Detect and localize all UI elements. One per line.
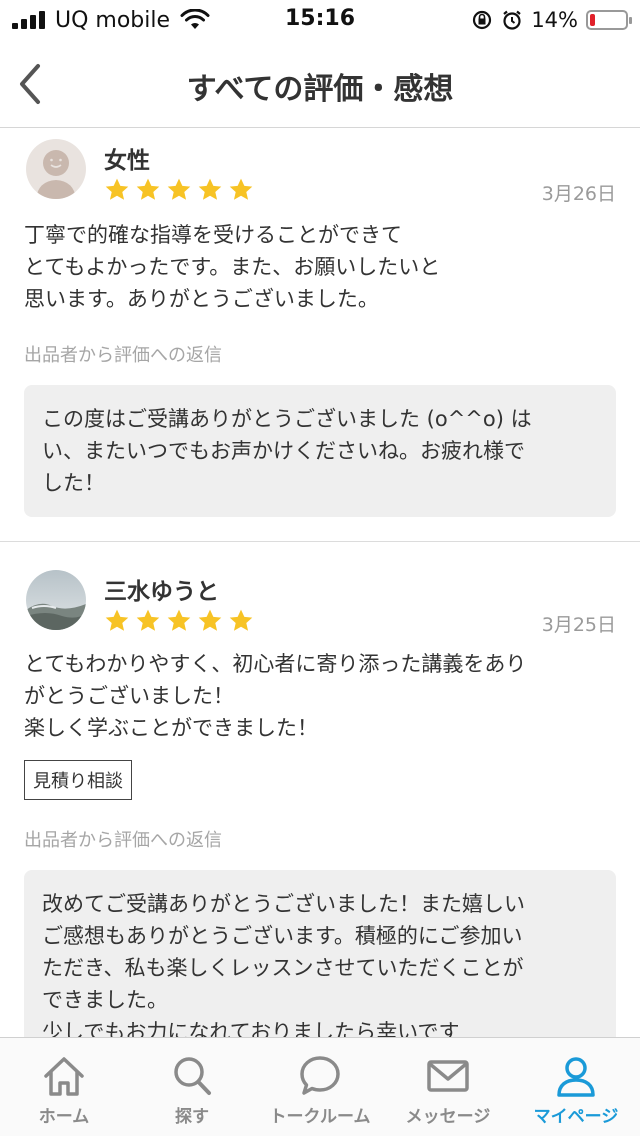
search-icon <box>174 1057 211 1095</box>
star-icon <box>105 609 129 631</box>
mail-icon <box>427 1060 469 1092</box>
reply-label: 出品者から評価への返信 <box>24 345 222 366</box>
navigation-bar: すべての評価・感想 <box>0 40 640 128</box>
review-item: 三水ゆうと 3月25日 とてもわかりやすく、初心者に寄り添った講義をあり がとう… <box>0 541 640 1037</box>
tab-label: ホーム <box>38 1107 90 1127</box>
avatar[interactable] <box>26 570 86 630</box>
star-icon <box>136 609 160 631</box>
home-icon <box>44 1057 84 1096</box>
seller-reply: この度はご受講ありがとうございました (o^^o) は い、またいつでもお声かけ… <box>24 385 616 517</box>
tab-label: トークルーム <box>269 1107 371 1127</box>
review-date: 3月25日 <box>541 614 616 636</box>
star-icon <box>229 609 253 631</box>
page-title: すべての評価・感想 <box>186 72 454 107</box>
battery-icon <box>586 10 632 30</box>
review-text: とてもわかりやすく、初心者に寄り添った講義をあり がとうございました！ 楽しく学… <box>24 652 527 740</box>
alarm-icon <box>503 10 522 30</box>
star-icon <box>105 178 129 200</box>
reviewer-name[interactable]: 女性 <box>104 141 150 175</box>
rotation-lock-icon <box>473 10 492 30</box>
tab-message[interactable]: メッセージ <box>384 1038 512 1136</box>
reply-label: 出品者から評価への返信 <box>24 830 222 851</box>
tab-bar: ホーム 探す トークルーム メッセージ マイページ <box>0 1037 640 1136</box>
tab-talkroom[interactable]: トークルーム <box>256 1038 384 1136</box>
tab-label: 探す <box>175 1107 209 1127</box>
reviewer-name[interactable]: 三水ゆうと <box>104 572 219 606</box>
tab-label: マイページ <box>533 1107 619 1127</box>
star-icon <box>167 178 191 200</box>
landscape-photo-icon <box>26 570 86 630</box>
star-icon <box>198 178 222 200</box>
seller-reply: 改めてご受講ありがとうございました！また嬉しい ご感想もありがとうございます。積… <box>24 870 616 1037</box>
star-icon <box>229 178 253 200</box>
chat-bubble-icon <box>300 1056 340 1095</box>
tab-label: メッセージ <box>405 1107 491 1127</box>
service-tag[interactable]: 見積り相談 <box>24 760 132 800</box>
tab-mypage[interactable]: マイページ <box>512 1038 640 1136</box>
review-text: 丁寧で的確な指導を受けることができて とてもよかったです。また、お願いしたいと … <box>24 223 441 311</box>
star-rating <box>104 608 254 634</box>
review-date: 3月26日 <box>541 183 616 205</box>
battery-percent: 14% <box>531 8 578 32</box>
review-item: 女性 3月26日 丁寧で的確な指導を受けることができて とてもよかったです。また… <box>0 129 640 541</box>
star-rating <box>104 177 254 203</box>
avatar[interactable] <box>26 139 86 199</box>
battery-level <box>590 14 595 26</box>
tab-home[interactable]: ホーム <box>0 1038 128 1136</box>
star-icon <box>167 609 191 631</box>
status-bar: UQ mobile 15:16 14% <box>0 0 640 40</box>
star-icon <box>198 609 222 631</box>
star-icon <box>136 178 160 200</box>
review-list[interactable]: 女性 3月26日 丁寧で的確な指導を受けることができて とてもよかったです。また… <box>0 129 640 1037</box>
person-icon <box>557 1057 595 1097</box>
tab-search[interactable]: 探す <box>128 1038 256 1136</box>
default-avatar-icon <box>26 139 86 199</box>
